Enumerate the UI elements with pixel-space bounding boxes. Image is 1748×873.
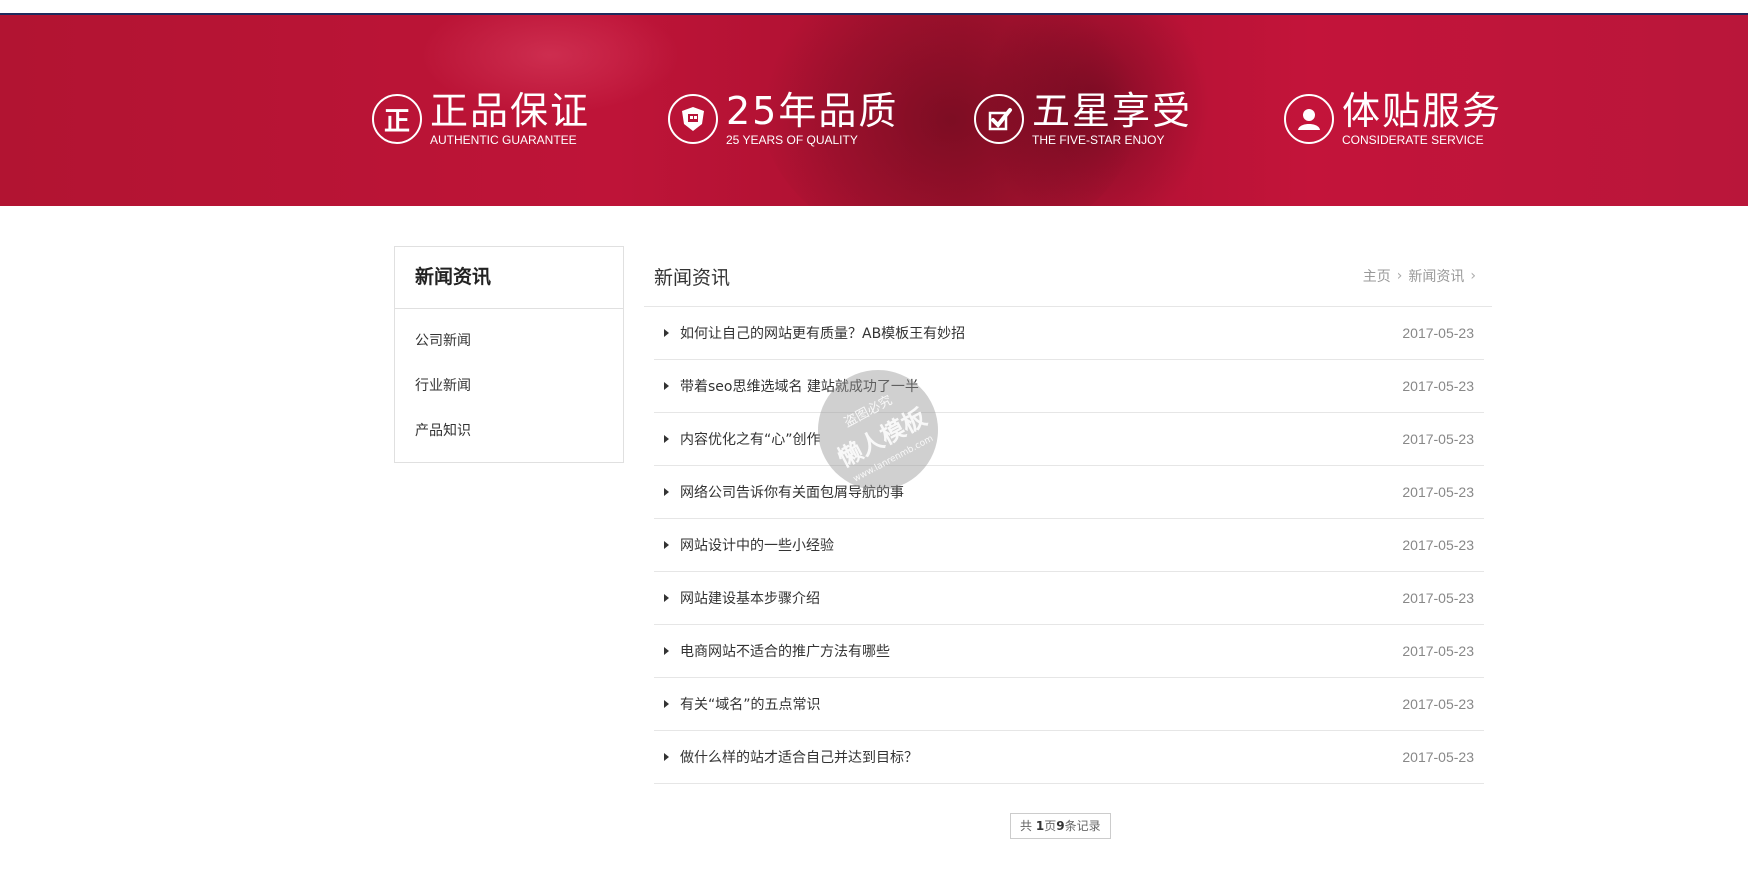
- news-item[interactable]: 网站建设基本步骤介绍 2017-05-23: [654, 572, 1484, 625]
- news-item[interactable]: 如何让自己的网站更有质量？AB模板王有妙招 2017-05-23: [654, 307, 1484, 360]
- news-title[interactable]: 电商网站不适合的推广方法有哪些: [680, 641, 890, 661]
- news-item[interactable]: 做什么样的站才适合自己并达到目标？ 2017-05-23: [654, 731, 1484, 784]
- breadcrumb-home-link[interactable]: 主页: [1363, 266, 1391, 286]
- feature-subtitle: CONSIDERATE SERVICE: [1342, 133, 1484, 147]
- news-date: 2017-05-23: [1402, 325, 1474, 341]
- sidebar-item-industry-news[interactable]: 行业新闻: [415, 364, 623, 409]
- news-item[interactable]: 电商网站不适合的推广方法有哪些 2017-05-23: [654, 625, 1484, 678]
- feature-title: 体贴服务: [1342, 89, 1503, 133]
- top-bar: [0, 0, 1748, 15]
- news-date: 2017-05-23: [1402, 431, 1474, 447]
- news-item[interactable]: 有关“域名”的五点常识 2017-05-23: [654, 678, 1484, 731]
- check-icon: [974, 94, 1024, 144]
- news-date: 2017-05-23: [1402, 484, 1474, 500]
- triangle-right-icon: [664, 382, 669, 390]
- feature-title: 25年品质: [726, 89, 899, 133]
- feature-banner: 正 正品保证 AUTHENTIC GUARANTEE 25年品质 25 YEAR…: [0, 15, 1748, 206]
- news-date: 2017-05-23: [1402, 749, 1474, 765]
- news-header: 新闻资讯 主页 › 新闻资讯 ›: [644, 246, 1492, 307]
- feature-service: 体贴服务 CONSIDERATE SERVICE: [1284, 91, 1502, 147]
- sidebar-item-product-knowledge[interactable]: 产品知识: [415, 409, 623, 454]
- news-main: 新闻资讯 主页 › 新闻资讯 › 如何让自己的网站更有质量？AB模板王有妙招 20…: [644, 246, 1492, 784]
- sidebar-menu: 公司新闻 行业新闻 产品知识: [395, 309, 623, 454]
- chevron-right-icon: ›: [1470, 268, 1476, 284]
- news-title[interactable]: 如何让自己的网站更有质量？AB模板王有妙招: [680, 323, 965, 343]
- feature-five-star: 五星享受 THE FIVE-STAR ENJOY: [974, 91, 1192, 147]
- news-title[interactable]: 内容优化之有“心”创作: [680, 429, 821, 449]
- feature-authentic: 正 正品保证 AUTHENTIC GUARANTEE: [372, 91, 590, 147]
- chevron-right-icon: ›: [1396, 268, 1403, 284]
- triangle-right-icon: [664, 329, 669, 337]
- feature-subtitle: THE FIVE-STAR ENJOY: [1032, 133, 1165, 147]
- pager-suffix: 条记录: [1064, 819, 1101, 833]
- pager-pages: 1: [1035, 819, 1045, 833]
- page-title: 新闻资讯: [654, 266, 731, 289]
- news-title[interactable]: 做什么样的站才适合自己并达到目标？: [680, 747, 918, 767]
- triangle-right-icon: [664, 488, 669, 496]
- triangle-right-icon: [664, 647, 669, 655]
- news-date: 2017-05-23: [1402, 590, 1474, 606]
- triangle-right-icon: [664, 541, 669, 549]
- news-item[interactable]: 内容优化之有“心”创作 2017-05-23: [654, 413, 1484, 466]
- news-date: 2017-05-23: [1402, 378, 1474, 394]
- news-title[interactable]: 有关“域名”的五点常识: [680, 694, 821, 714]
- news-date: 2017-05-23: [1402, 537, 1474, 553]
- sidebar-item-company-news[interactable]: 公司新闻: [415, 319, 623, 364]
- breadcrumb-current-link[interactable]: 新闻资讯: [1408, 266, 1464, 286]
- pager-mid: 页: [1044, 819, 1057, 833]
- zheng-badge-icon: 正: [372, 94, 422, 144]
- triangle-right-icon: [664, 594, 669, 602]
- news-item[interactable]: 网络公司告诉你有关面包屑导航的事 2017-05-23: [654, 466, 1484, 519]
- user-icon: [1284, 94, 1334, 144]
- feature-quality: 25年品质 25 YEARS OF QUALITY: [668, 91, 898, 147]
- triangle-right-icon: [664, 753, 669, 761]
- category-sidebar: 新闻资讯 公司新闻 行业新闻 产品知识: [394, 246, 624, 463]
- breadcrumb: 主页 › 新闻资讯 ›: [1363, 266, 1492, 286]
- shield-quality-icon: [668, 94, 718, 144]
- pager-prefix: 共: [1020, 819, 1036, 833]
- triangle-right-icon: [664, 700, 669, 708]
- sidebar-title: 新闻资讯: [395, 247, 623, 309]
- news-item[interactable]: 网站设计中的一些小经验 2017-05-23: [654, 519, 1484, 572]
- news-title[interactable]: 网站建设基本步骤介绍: [680, 588, 820, 608]
- feature-subtitle: 25 YEARS OF QUALITY: [726, 133, 858, 147]
- pagination-summary: 共 1页9条记录: [1010, 813, 1111, 839]
- news-item[interactable]: 带着seo思维选域名 建站就成功了一半 2017-05-23: [654, 360, 1484, 413]
- news-date: 2017-05-23: [1402, 696, 1474, 712]
- feature-title: 正品保证: [430, 89, 591, 133]
- news-list: 如何让自己的网站更有质量？AB模板王有妙招 2017-05-23 带着seo思维选…: [654, 307, 1484, 784]
- badge-text: 正: [383, 106, 410, 137]
- feature-subtitle: AUTHENTIC GUARANTEE: [430, 133, 577, 147]
- pager-records: 9: [1056, 819, 1065, 833]
- news-date: 2017-05-23: [1402, 643, 1474, 659]
- feature-title: 五星享受: [1032, 89, 1193, 133]
- news-title[interactable]: 网站设计中的一些小经验: [680, 535, 834, 555]
- triangle-right-icon: [664, 435, 669, 443]
